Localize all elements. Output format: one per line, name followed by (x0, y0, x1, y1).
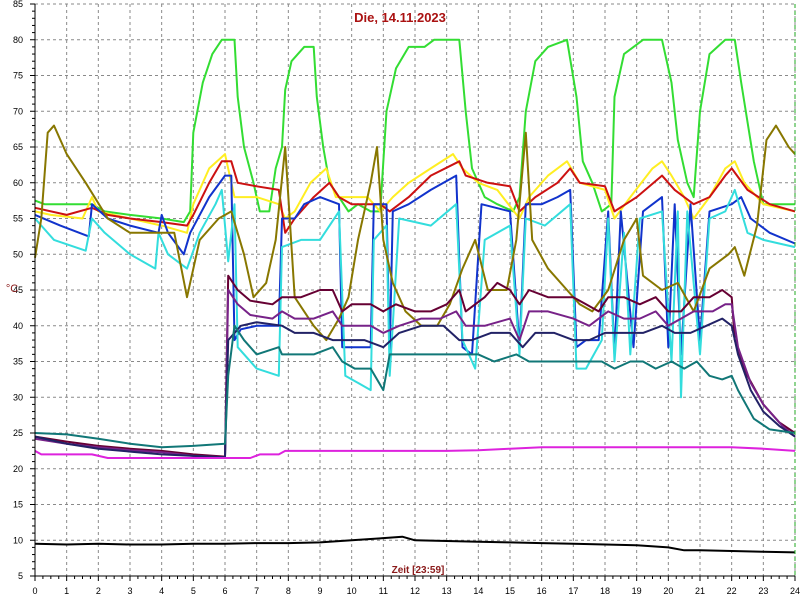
y-tick-label: 80 (13, 35, 23, 45)
y-tick-label: 5 (18, 571, 23, 581)
y-tick-label: 75 (13, 71, 23, 81)
x-tick-label: 7 (254, 586, 259, 596)
x-tick-label: 10 (347, 586, 357, 596)
x-tick-label: 15 (505, 586, 515, 596)
x-tick-label: 6 (222, 586, 227, 596)
x-tick-label: 23 (758, 586, 768, 596)
x-tick-label: 19 (632, 586, 642, 596)
y-tick-label: 30 (13, 392, 23, 402)
x-tick-label: 5 (191, 586, 196, 596)
y-tick-label: 15 (13, 500, 23, 510)
x-tick-label: 4 (159, 586, 164, 596)
y-tick-label: 70 (13, 106, 23, 116)
chart-title: Die, 14.11.2023 (354, 10, 446, 25)
x-tick-label: 24 (790, 586, 800, 596)
x-tick-label: 14 (473, 586, 483, 596)
x-tick-label: 22 (727, 586, 737, 596)
x-tick-label: 0 (32, 586, 37, 596)
x-tick-label: 21 (695, 586, 705, 596)
line-chart: 0 1 2 3 4 5 6 7 8 9 10 11 12 13 14 15 16 17 18 19 20 21 22 23 24… (0, 0, 800, 600)
x-tick-label: 18 (600, 586, 610, 596)
y-tick-label: 35 (13, 357, 23, 367)
x-tick-label: 20 (663, 586, 673, 596)
y-tick-label: 60 (13, 178, 23, 188)
x-tick-label: 3 (127, 586, 132, 596)
x-tick-label: 1 (64, 586, 69, 596)
x-tick-label: 12 (410, 586, 420, 596)
x-axis-label: Zeit [23:59] (392, 565, 445, 576)
y-tick-label: 65 (13, 142, 23, 152)
y-tick-label: 40 (13, 321, 23, 331)
x-tick-label: 11 (379, 586, 388, 596)
chart-svg: 0 1 2 3 4 5 6 7 8 9 10 11 12 13 14 15 16 17 18 19 20 21 22 23 24… (6, 0, 800, 596)
x-tick-label: 13 (442, 586, 452, 596)
y-axis-label: °C (6, 283, 18, 295)
y-tick-label: 55 (13, 214, 23, 224)
x-tick-label: 17 (568, 586, 578, 596)
y-tick-label: 10 (13, 535, 23, 545)
x-tick-label: 8 (286, 586, 291, 596)
x-tick-label: 9 (317, 586, 322, 596)
x-tick-label: 2 (96, 586, 101, 596)
y-tick-label: 50 (13, 249, 23, 259)
y-tick-label: 25 (13, 428, 23, 438)
y-tick-label: 20 (13, 464, 23, 474)
x-tick-label: 16 (537, 586, 547, 596)
y-tick-label: 85 (13, 0, 23, 9)
